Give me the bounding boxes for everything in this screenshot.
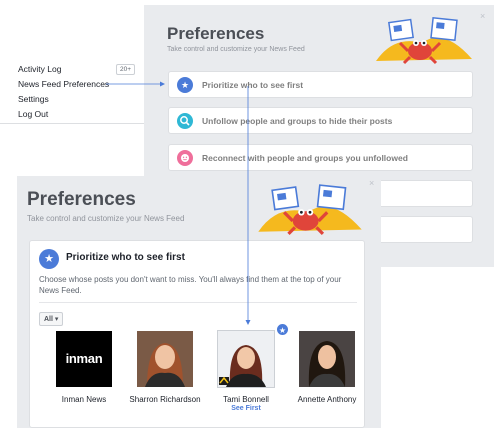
dialog-title: Preferences <box>167 24 265 43</box>
avatar <box>218 331 274 387</box>
account-menu: Activity Log 20+ News Feed Preferences S… <box>0 58 146 124</box>
dialog-title: Preferences <box>27 189 136 210</box>
person-name: Tami Bonnell <box>223 395 269 404</box>
close-icon[interactable]: × <box>480 11 485 21</box>
person-name: Annette Anthony <box>297 395 357 404</box>
menu-item-settings[interactable]: Settings <box>18 94 49 104</box>
see-first-label: See First <box>231 405 261 412</box>
face-icon <box>177 150 193 166</box>
star-icon: ★ <box>39 249 59 269</box>
close-icon[interactable]: × <box>369 178 374 188</box>
option-label: Reconnect with people and groups you unf… <box>202 153 408 163</box>
star-icon: ★ <box>177 77 193 93</box>
option-prioritize[interactable]: ★ Prioritize who to see first <box>168 71 473 98</box>
card-title: Prioritize who to see first <box>66 252 185 263</box>
avatar <box>137 331 193 387</box>
dialog-subtitle: Take control and customize your News Fee… <box>27 214 185 223</box>
prioritize-card: ★ Prioritize who to see first Choose who… <box>29 240 365 428</box>
option-reconnect[interactable]: Reconnect with people and groups you unf… <box>168 144 473 171</box>
activity-count-badge: 20+ <box>116 64 136 75</box>
person-name: Inman News <box>61 395 107 404</box>
option-label: Prioritize who to see first <box>202 80 304 90</box>
option-label: Unfollow people and groups to hide their… <box>202 116 393 126</box>
card-description: Choose whose posts you don't want to mis… <box>39 275 342 295</box>
menu-item-log-out[interactable]: Log Out <box>18 109 48 119</box>
menu-item-activity-log[interactable]: Activity Log <box>18 64 61 74</box>
avatar <box>299 331 355 387</box>
menu-item-news-feed-preferences[interactable]: News Feed Preferences <box>18 79 109 89</box>
person-name: Sharron Richardson <box>129 395 201 404</box>
preferences-dialog-front: Preferences Take control and customize y… <box>17 176 381 428</box>
inman-logo: inman <box>56 331 112 387</box>
filter-dropdown[interactable]: All ▾ <box>39 312 64 326</box>
star-icon: ★ <box>276 323 289 336</box>
crab-illustration <box>376 16 472 65</box>
dialog-subtitle: Take control and customize your News Fee… <box>167 46 305 53</box>
search-icon <box>177 113 193 129</box>
crab-illustration <box>258 184 362 235</box>
option-unfollow[interactable]: Unfollow people and groups to hide their… <box>168 107 473 134</box>
divider <box>39 302 357 303</box>
